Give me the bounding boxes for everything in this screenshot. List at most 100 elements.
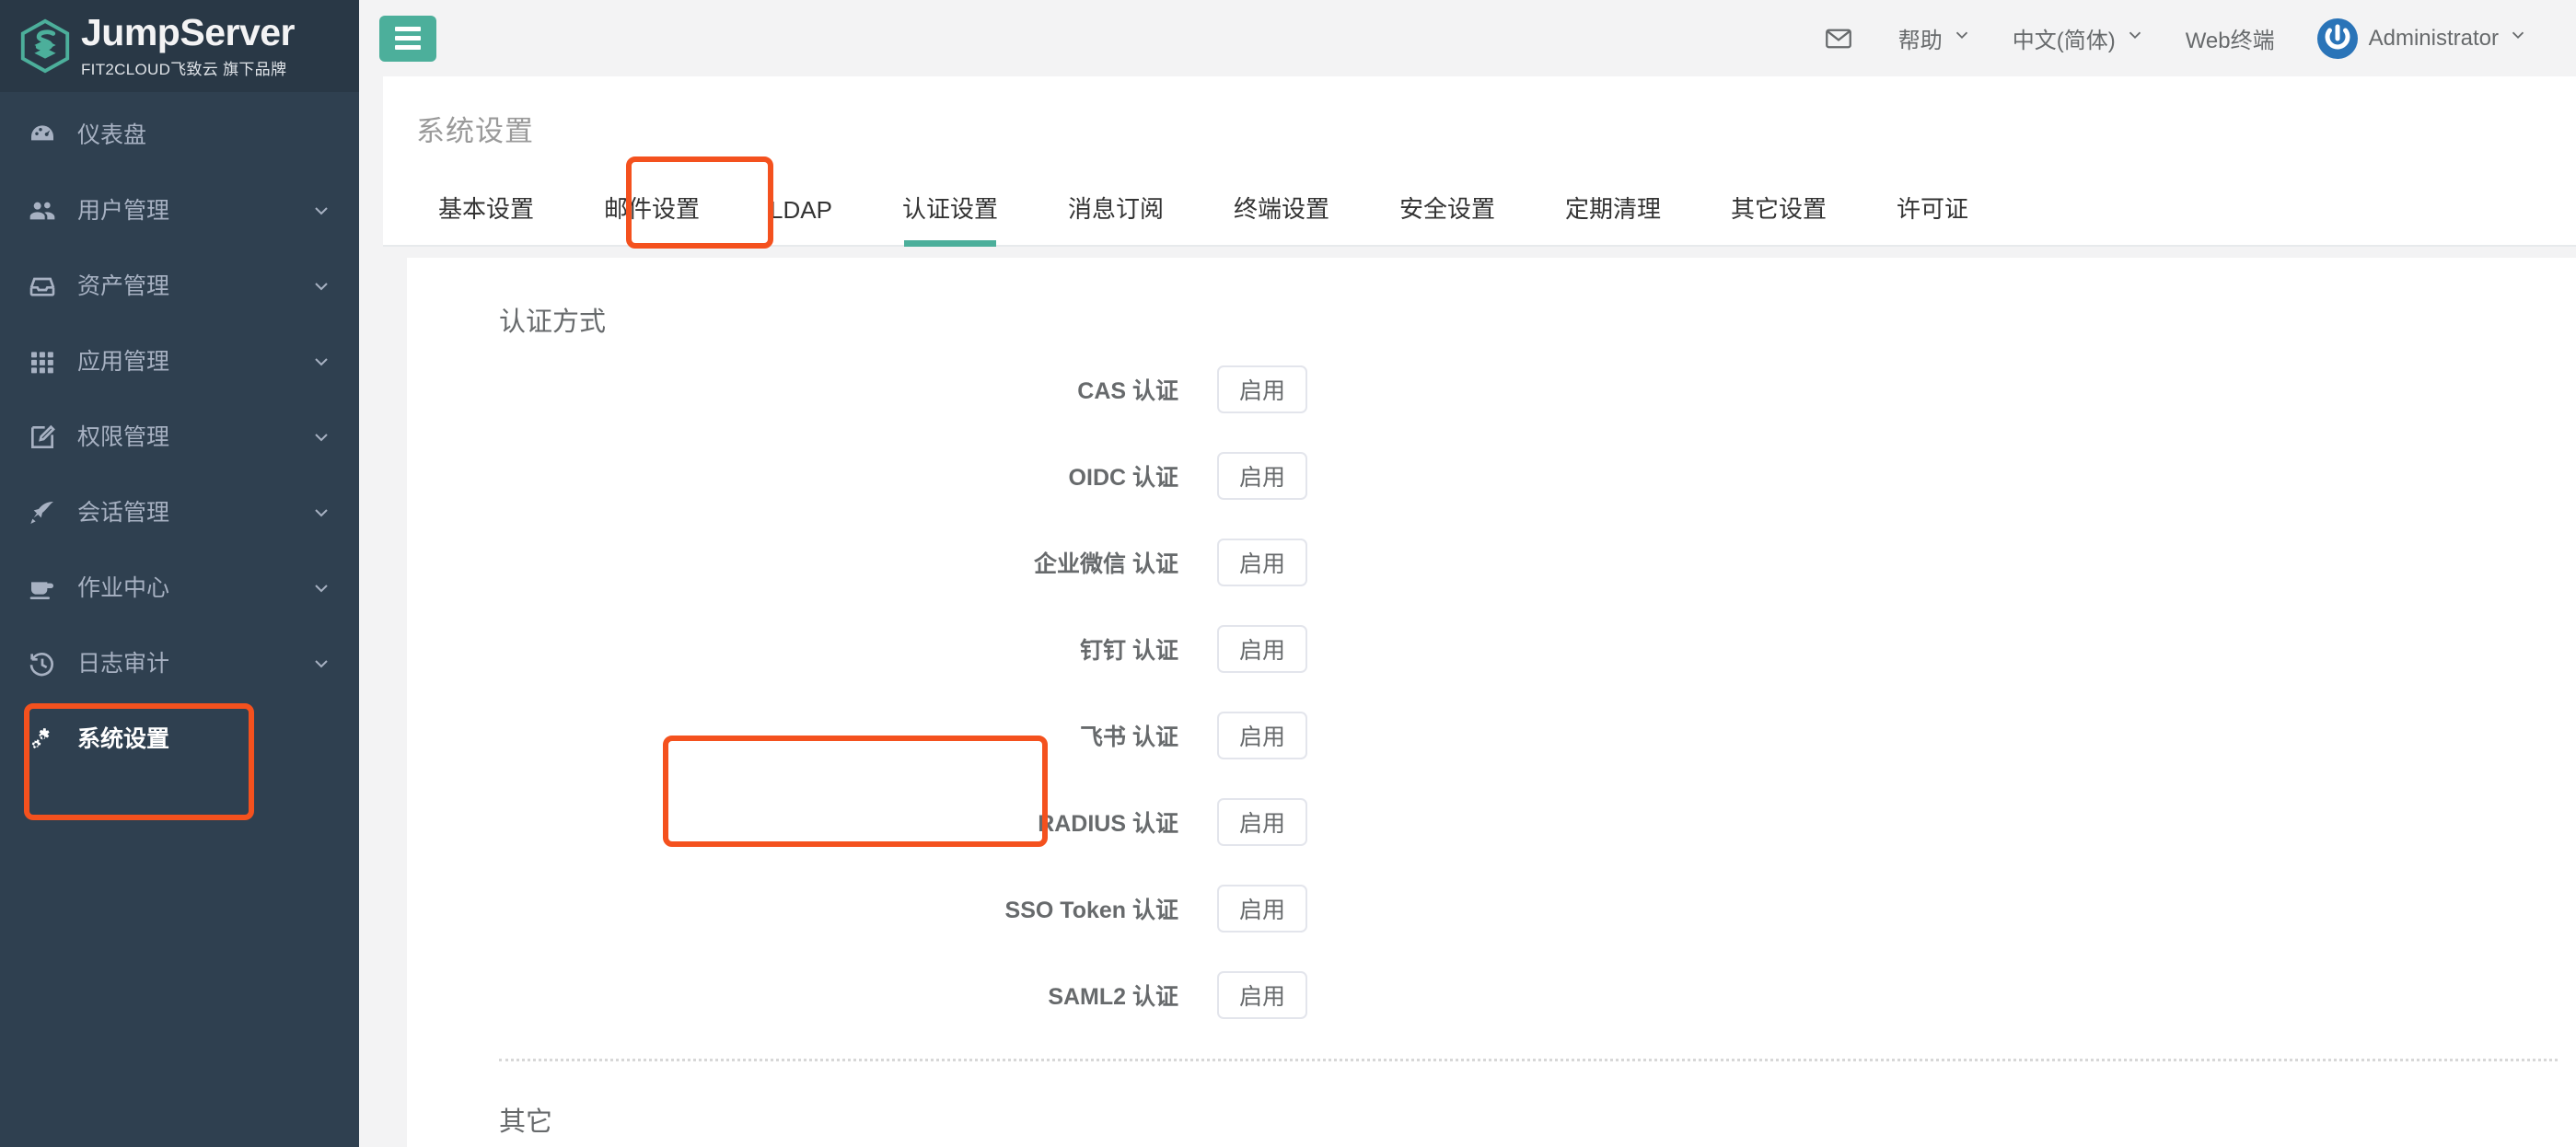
- chevron-down-icon: [309, 200, 333, 222]
- enable-button-oidc[interactable]: 启用: [1217, 452, 1307, 500]
- inbox-icon: [28, 272, 64, 301]
- language-menu[interactable]: 中文(简体): [1992, 22, 2165, 54]
- sidebar-nav: 仪表盘 用户管理 资产管理 应用管理 权限管理 会话管理 作业中心 日志审计 系…: [0, 92, 359, 777]
- sidebar-item-label: 用户管理: [77, 197, 170, 224]
- topbar: 帮助 中文(简体) Web终端 Administrator: [359, 0, 2576, 76]
- grid-icon: [28, 347, 64, 377]
- help-label: 帮助: [1897, 29, 1943, 53]
- tab-terminal-settings[interactable]: 终端设置: [1212, 191, 1352, 245]
- page-header: 系统设置: [383, 76, 2576, 149]
- tab-ldap[interactable]: LDAP: [748, 196, 854, 245]
- chevron-down-icon: [309, 653, 333, 675]
- row-wecom-auth: 企业微信 认证 启用: [407, 519, 2576, 606]
- tab-security-settings[interactable]: 安全设置: [1377, 191, 1517, 245]
- sidebar-item-label: 权限管理: [77, 423, 170, 450]
- row-radius-auth: RADIUS 认证 启用: [407, 779, 2576, 865]
- sidebar-item-label: 仪表盘: [77, 122, 147, 148]
- enable-button-sso-token[interactable]: 启用: [1217, 885, 1307, 933]
- enable-button-cas[interactable]: 启用: [1217, 365, 1307, 413]
- row-label: OIDC 认证: [1068, 465, 1178, 491]
- envelope-icon[interactable]: [1799, 23, 1878, 54]
- tab-license[interactable]: 许可证: [1874, 191, 1990, 245]
- enable-button-dingtalk[interactable]: 启用: [1217, 625, 1307, 673]
- chevron-down-icon: [2125, 25, 2145, 52]
- enable-button-saml2[interactable]: 启用: [1217, 971, 1307, 1019]
- settings-form-scroll: 认证方式 CAS 认证 启用 OIDC 认证 启用 企业微信 认证 启用 钉钉 …: [383, 247, 2576, 1147]
- help-menu[interactable]: 帮助: [1878, 22, 1992, 54]
- sidebar-item-session-management[interactable]: 会话管理: [0, 475, 359, 550]
- topbar-actions: 帮助 中文(简体) Web终端 Administrator: [1799, 17, 2548, 61]
- row-label: SAML2 认证: [1048, 984, 1178, 1010]
- chevron-down-icon: [309, 426, 333, 448]
- chevron-down-icon: [2508, 25, 2528, 52]
- history-icon: [28, 649, 64, 678]
- sidebar-item-application-management[interactable]: 应用管理: [0, 324, 359, 400]
- row-oidc-auth: OIDC 认证 启用: [407, 433, 2576, 519]
- web-terminal-link[interactable]: Web终端: [2165, 22, 2295, 54]
- brand-header[interactable]: JumpServer FIT2CLOUD飞致云 旗下品牌: [0, 0, 359, 92]
- sidebar-item-label: 系统设置: [77, 725, 170, 752]
- tab-basic-settings[interactable]: 基本设置: [416, 191, 556, 245]
- page-title: 系统设置: [416, 115, 534, 147]
- jumpserver-logo-icon: [17, 17, 74, 75]
- hamburger-bar: [395, 27, 421, 31]
- user-label: Administrator: [2368, 25, 2499, 51]
- tab-message-subscribe[interactable]: 消息订阅: [1046, 191, 1186, 245]
- hamburger-bar: [395, 36, 421, 41]
- row-label: 钉钉 认证: [1080, 638, 1178, 664]
- gears-icon: [28, 724, 64, 754]
- enable-button-radius[interactable]: 启用: [1217, 798, 1307, 846]
- settings-form-card: 认证方式 CAS 认证 启用 OIDC 认证 启用 企业微信 认证 启用 钉钉 …: [407, 258, 2576, 1147]
- main-area: 帮助 中文(简体) Web终端 Administrator 系统设置 基本设置 …: [359, 0, 2576, 1147]
- enable-button-wecom[interactable]: 启用: [1217, 539, 1307, 586]
- content-panel: 系统设置 基本设置 邮件设置 LDAP 认证设置 消息订阅 终端设置 安全设置 …: [383, 76, 2576, 1147]
- chevron-down-icon: [309, 577, 333, 599]
- row-feishu-auth: 飞书 认证 启用: [407, 692, 2576, 779]
- tab-email-settings[interactable]: 邮件设置: [582, 191, 722, 245]
- tab-auth-settings[interactable]: 认证设置: [880, 191, 1020, 247]
- sidebar-item-system-settings[interactable]: 系统设置: [0, 701, 359, 777]
- chevron-down-icon: [1952, 25, 1972, 52]
- row-saml2-auth: SAML2 认证 启用: [407, 952, 2576, 1038]
- enable-button-feishu[interactable]: 启用: [1217, 712, 1307, 759]
- row-dingtalk-auth: 钉钉 认证 启用: [407, 606, 2576, 692]
- web-terminal-label: Web终端: [2185, 29, 2275, 53]
- chevron-down-icon: [309, 275, 333, 297]
- row-label: 飞书 认证: [1080, 724, 1178, 750]
- sidebar-item-log-audit[interactable]: 日志审计: [0, 626, 359, 701]
- coffee-icon: [28, 574, 64, 603]
- section-title-auth-methods: 认证方式: [499, 307, 607, 337]
- sidebar-item-label: 会话管理: [77, 499, 170, 526]
- brand-title: JumpServer: [81, 10, 296, 53]
- edit-square-icon: [28, 423, 64, 452]
- row-label: 企业微信 认证: [1034, 551, 1178, 577]
- sidebar-item-label: 作业中心: [77, 574, 170, 601]
- row-label: CAS 认证: [1077, 378, 1178, 404]
- sidebar-item-permission-management[interactable]: 权限管理: [0, 400, 359, 475]
- users-icon: [28, 196, 64, 226]
- hamburger-icon[interactable]: [379, 15, 436, 62]
- brand-subtitle: FIT2CLOUD飞致云 旗下品牌: [81, 60, 287, 78]
- row-label: SSO Token 认证: [1004, 898, 1178, 923]
- sidebar-item-label: 应用管理: [77, 348, 170, 375]
- tab-other-settings[interactable]: 其它设置: [1709, 191, 1849, 245]
- sidebar-item-user-management[interactable]: 用户管理: [0, 173, 359, 249]
- settings-tabbar: 基本设置 邮件设置 LDAP 认证设置 消息订阅 终端设置 安全设置 定期清理 …: [383, 156, 2576, 249]
- row-label: RADIUS 认证: [1038, 811, 1178, 837]
- sidebar-item-dashboard[interactable]: 仪表盘: [0, 98, 359, 173]
- row-sso-token-auth: SSO Token 认证 启用: [407, 865, 2576, 952]
- hamburger-bar: [395, 45, 421, 50]
- language-label: 中文(简体): [2012, 29, 2116, 53]
- sidebar-item-job-center[interactable]: 作业中心: [0, 550, 359, 626]
- sidebar: JumpServer FIT2CLOUD飞致云 旗下品牌 仪表盘 用户管理 资产…: [0, 0, 359, 1147]
- chevron-down-icon: [309, 351, 333, 373]
- power-avatar-icon: [2315, 17, 2360, 61]
- user-menu[interactable]: Administrator: [2295, 17, 2548, 61]
- section-title-other: 其它: [499, 1107, 553, 1137]
- tab-periodic-cleanup[interactable]: 定期清理: [1543, 191, 1683, 245]
- sidebar-item-asset-management[interactable]: 资产管理: [0, 249, 359, 324]
- sidebar-item-label: 资产管理: [77, 272, 170, 299]
- section-divider: [499, 1059, 2558, 1061]
- chevron-down-icon: [309, 502, 333, 524]
- row-cas-auth: CAS 认证 启用: [407, 346, 2576, 433]
